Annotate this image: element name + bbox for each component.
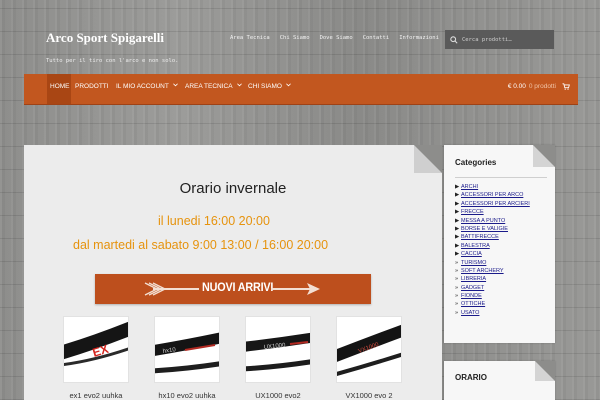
- product-card[interactable]: VX1000 VX1000 evo 2: [336, 316, 402, 400]
- category-link-ottiche[interactable]: » OTTICHE: [455, 300, 530, 308]
- schedule-line-monday: il lunedi 16:00 20:00: [158, 214, 270, 228]
- site-title[interactable]: Arco Sport Spigarelli: [46, 31, 166, 44]
- nav-item-label: Prodotti: [75, 83, 109, 90]
- category-list: ▶ ARCHI ▶ ACCESSORI PER ARCO ▶ ACCESSORI PE…: [455, 183, 530, 317]
- nav-item-prodotti[interactable]: Prodotti: [75, 74, 109, 104]
- top-links: Area Tecnica Chi Siamo Dove Siamo Contat…: [230, 35, 449, 41]
- chevron-down-icon: [236, 83, 242, 87]
- categories-widget: Categories ▶ ARCHI ▶ ACCESSORI PER ARCO ▶ A…: [444, 145, 555, 343]
- top-link-chi-siamo[interactable]: Chi Siamo: [280, 35, 310, 41]
- new-arrivals-banner[interactable]: NUOVI ARRIVI: [95, 274, 371, 304]
- nav-item-il-mio-account[interactable]: Il mio account: [116, 74, 178, 104]
- product-name[interactable]: hx10 evo2 uuhka: [154, 391, 220, 400]
- cart-count: 0 prodotti: [528, 83, 556, 90]
- product-image[interactable]: hx10: [154, 316, 220, 383]
- nav-item-area-tecnica[interactable]: Area tecnica: [185, 74, 242, 104]
- product-card[interactable]: hx10 hx10 evo2 uuhka: [154, 316, 220, 400]
- category-link-turismo[interactable]: » TURISMO: [455, 259, 530, 267]
- top-link-contatti[interactable]: Contatti: [363, 35, 390, 41]
- svg-text:UX1000: UX1000: [264, 343, 287, 351]
- orario-title: ORARIO: [455, 373, 487, 382]
- product-image[interactable]: EX: [63, 316, 129, 383]
- nav-item-chi-siamo[interactable]: Chi Siamo: [248, 74, 291, 104]
- product-name[interactable]: VX1000 evo 2: [336, 391, 402, 400]
- category-link-usato[interactable]: » USATO: [455, 309, 530, 317]
- category-link-soft-archery[interactable]: » SOFT ARCHERY: [455, 267, 530, 275]
- cart-icon: [562, 83, 570, 90]
- nav-item-label: Area tecnica: [185, 83, 233, 90]
- search-input[interactable]: [460, 36, 550, 43]
- page-curl: [533, 145, 555, 167]
- category-link-archi[interactable]: ▶ ARCHI: [455, 183, 530, 191]
- page-curl: [535, 361, 555, 381]
- site-tagline: Tutto per il tiro con l'arco e non solo.: [46, 58, 179, 64]
- top-link-dove-siamo[interactable]: Dove Siamo: [320, 35, 353, 41]
- category-link-caccia[interactable]: ▶ CACCIA: [455, 250, 530, 258]
- categories-title: Categories: [455, 158, 497, 167]
- search-box: [445, 30, 554, 49]
- orario-widget: ORARIO: [444, 361, 555, 400]
- category-link-gadget[interactable]: » GADGET: [455, 284, 530, 292]
- category-link-accessori-arcieri[interactable]: ▶ ACCESSORI PER ARCIERI: [455, 200, 530, 208]
- page-headline: Orario invernale: [179, 180, 287, 197]
- nav-item-label: Home: [50, 83, 70, 90]
- category-link-battifrecce[interactable]: ▶ BATTIFRECCE: [455, 233, 530, 241]
- chevron-down-icon: [172, 83, 178, 87]
- nav-item-label: Chi Siamo: [248, 83, 282, 90]
- category-link-balestra[interactable]: ▶ BALESTRA: [455, 242, 530, 250]
- main-content: Orario invernale il lunedi 16:00 20:00 d…: [24, 145, 442, 400]
- product-name[interactable]: UX1000 evo2: [245, 391, 311, 400]
- product-card[interactable]: EX ex1 evo2 uuhka: [63, 316, 129, 400]
- arrow-left-icon: [143, 280, 199, 303]
- category-link-frecce[interactable]: ▶ FRECCE: [455, 208, 530, 216]
- banner-text: NUOVI ARRIVI: [202, 280, 274, 294]
- category-link-libreria[interactable]: » LIBRERIA: [455, 275, 530, 283]
- top-link-informazioni[interactable]: Informazioni: [399, 35, 439, 41]
- cart-amount: € 0.00: [507, 83, 526, 90]
- main-navbar: Home Prodotti Il mio account Area tecnic…: [24, 74, 578, 105]
- product-card[interactable]: UX1000 UX1000 evo2: [245, 316, 311, 400]
- nav-item-label: Il mio account: [116, 83, 169, 90]
- nav-item-home[interactable]: Home: [47, 74, 71, 104]
- page-curl: [414, 145, 442, 173]
- category-link-messa-a-punto[interactable]: ▶ MESSA A PUNTO: [455, 217, 530, 225]
- top-link-area-tecnica[interactable]: Area Tecnica: [230, 35, 270, 41]
- category-link-accessori-arco[interactable]: ▶ ACCESSORI PER ARCO: [455, 191, 530, 199]
- chevron-down-icon: [286, 83, 291, 87]
- category-link-borse-valigie[interactable]: ▶ BORSE E VALIGIE: [455, 225, 530, 233]
- arrow-right-icon: [271, 280, 321, 303]
- product-image[interactable]: UX1000: [245, 316, 311, 383]
- schedule-line-weekdays: dal martedi al sabato 9:00 13:00 / 16:00…: [73, 238, 329, 252]
- product-name[interactable]: ex1 evo2 uuhka: [63, 391, 129, 400]
- cart-link[interactable]: € 0.00 0 prodotti: [508, 83, 570, 90]
- category-link-fionde[interactable]: » FIONDE: [455, 292, 530, 300]
- divider: [455, 177, 547, 178]
- svg-text:hx10: hx10: [162, 347, 176, 355]
- product-image[interactable]: VX1000: [336, 316, 402, 383]
- search-icon[interactable]: [450, 35, 460, 44]
